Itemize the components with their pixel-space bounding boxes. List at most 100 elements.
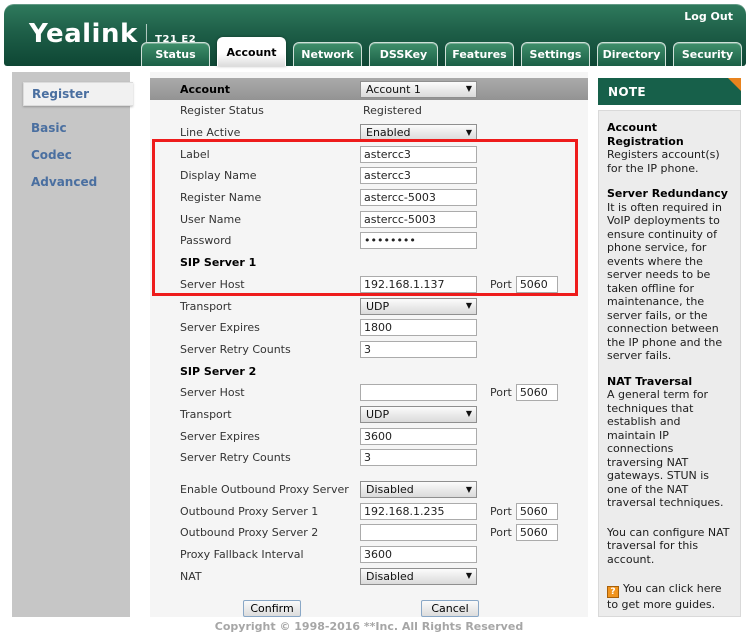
row-server-host-2: Server Host Port: [150, 382, 588, 404]
server-port-2-input[interactable]: [516, 384, 558, 401]
sidebar-item-codec[interactable]: Codec: [12, 141, 130, 168]
note-section-server-redundancy: Server Redundancy It is often required i…: [607, 187, 732, 363]
field-label: Line Active: [150, 126, 360, 139]
server-retry-2-input[interactable]: [360, 449, 477, 466]
select-value: UDP: [366, 408, 389, 421]
port-label: Port: [490, 526, 512, 539]
field-label: Transport: [150, 300, 360, 313]
row-register-status: Register Status Registered: [150, 100, 588, 122]
tab-features[interactable]: Features: [445, 42, 514, 66]
button-row: Confirm Cancel: [150, 600, 588, 617]
account-bar-label: Account: [150, 83, 360, 96]
note-section-heading: NAT Traversal: [607, 375, 732, 389]
tab-settings[interactable]: Settings: [521, 42, 590, 66]
main-tab-bar: Status Account Network DSSKey Features S…: [141, 37, 742, 66]
field-label: Outbound Proxy Server 1: [150, 505, 360, 518]
tab-directory[interactable]: Directory: [597, 42, 666, 66]
page-header: Log Out Yealink | T21 E2 Status Account …: [4, 4, 746, 66]
enable-outbound-proxy-select[interactable]: Disabled ▼: [360, 481, 477, 498]
help-icon[interactable]: ?: [607, 586, 619, 598]
transport-1-select[interactable]: UDP ▼: [360, 298, 477, 315]
note-section-text: A general term for techniques that estab…: [607, 388, 723, 509]
row-user-name: User Name: [150, 208, 588, 230]
field-label: Server Host: [150, 278, 360, 291]
note-header: NOTE: [598, 78, 741, 105]
logout-link[interactable]: Log Out: [684, 10, 733, 23]
sidebar-item-basic[interactable]: Basic: [12, 114, 130, 141]
note-help-link[interactable]: ?You can click here to get more guides.: [607, 582, 732, 612]
copyright-text: Copyright © 1998-2016 **Inc. All Rights …: [150, 620, 588, 633]
spacer: [150, 469, 588, 479]
row-server-expires-1: Server Expires: [150, 317, 588, 339]
transport-2-select[interactable]: UDP ▼: [360, 406, 477, 423]
account-select[interactable]: Account 1 ▼: [360, 81, 477, 98]
field-label: Transport: [150, 408, 360, 421]
field-label: Server Expires: [150, 430, 360, 443]
note-section-heading: Account Registration: [607, 121, 732, 148]
row-outbound-proxy-1: Outbound Proxy Server 1 Port: [150, 500, 588, 522]
select-value: Enabled: [366, 126, 410, 139]
cancel-button[interactable]: Cancel: [421, 600, 479, 617]
field-label: Enable Outbound Proxy Server: [150, 483, 360, 496]
tab-status[interactable]: Status: [141, 42, 210, 66]
register-name-input[interactable]: [360, 189, 477, 206]
folded-corner-icon: [728, 78, 741, 91]
field-label: Server Expires: [150, 321, 360, 334]
nat-select[interactable]: Disabled ▼: [360, 568, 477, 585]
tab-network[interactable]: Network: [293, 42, 362, 66]
server-retry-1-input[interactable]: [360, 341, 477, 358]
note-section-text: Registers account(s) for the IP phone.: [607, 148, 720, 175]
row-nat: NAT Disabled ▼: [150, 565, 588, 587]
tab-dsskey[interactable]: DSSKey: [369, 42, 438, 66]
label-input[interactable]: [360, 146, 477, 163]
note-section-account-registration: Account Registration Registers account(s…: [607, 121, 732, 175]
tab-account[interactable]: Account: [217, 37, 286, 66]
server-host-1-input[interactable]: [360, 276, 477, 293]
select-value: Disabled: [366, 570, 414, 583]
account-bar: Account Account 1 ▼: [150, 78, 588, 100]
row-server-expires-2: Server Expires: [150, 425, 588, 447]
register-status-value: Registered: [363, 104, 422, 117]
row-line-active: Line Active Enabled ▼: [150, 122, 588, 144]
server-expires-2-input[interactable]: [360, 428, 477, 445]
field-label: Register Name: [150, 191, 360, 204]
outbound-proxy-port-2-input[interactable]: [516, 524, 558, 541]
select-value: Disabled: [366, 483, 414, 496]
row-server-retry-2: Server Retry Counts: [150, 447, 588, 469]
confirm-button[interactable]: Confirm: [243, 600, 301, 617]
port-label: Port: [490, 505, 512, 518]
note-panel: NOTE Account Registration Registers acco…: [598, 78, 741, 617]
proxy-fallback-interval-input[interactable]: [360, 546, 477, 563]
note-help-text: You can click here to get more guides.: [607, 582, 722, 611]
section-heading: SIP Server 2: [150, 365, 360, 378]
outbound-proxy-1-input[interactable]: [360, 503, 477, 520]
chevron-down-icon: ▼: [466, 486, 472, 494]
chevron-down-icon: ▼: [466, 572, 472, 580]
port-label: Port: [490, 386, 512, 399]
field-label: Server Host: [150, 386, 360, 399]
sidebar-item-register[interactable]: Register: [23, 82, 133, 106]
user-name-input[interactable]: [360, 211, 477, 228]
line-active-select[interactable]: Enabled ▼: [360, 124, 477, 141]
server-port-1-input[interactable]: [516, 276, 558, 293]
select-value: UDP: [366, 300, 389, 313]
outbound-proxy-2-input[interactable]: [360, 524, 477, 541]
server-host-2-input[interactable]: [360, 384, 477, 401]
row-server-retry-1: Server Retry Counts: [150, 339, 588, 361]
note-title: NOTE: [608, 85, 646, 99]
field-label: Proxy Fallback Interval: [150, 548, 360, 561]
server-expires-1-input[interactable]: [360, 319, 477, 336]
row-enable-outbound-proxy: Enable Outbound Proxy Server Disabled ▼: [150, 479, 588, 501]
account-select-value: Account 1: [366, 83, 421, 96]
outbound-proxy-port-1-input[interactable]: [516, 503, 558, 520]
row-transport-1: Transport UDP ▼: [150, 295, 588, 317]
brand-name: Yealink: [29, 20, 138, 48]
field-label: Outbound Proxy Server 2: [150, 526, 360, 539]
note-section-nat-traversal: NAT Traversal A general term for techniq…: [607, 375, 732, 510]
sidebar-item-advanced[interactable]: Advanced: [12, 168, 130, 195]
field-label: Password: [150, 234, 360, 247]
password-input[interactable]: [360, 232, 477, 249]
tab-security[interactable]: Security: [673, 42, 742, 66]
display-name-input[interactable]: [360, 167, 477, 184]
field-label: Label: [150, 148, 360, 161]
